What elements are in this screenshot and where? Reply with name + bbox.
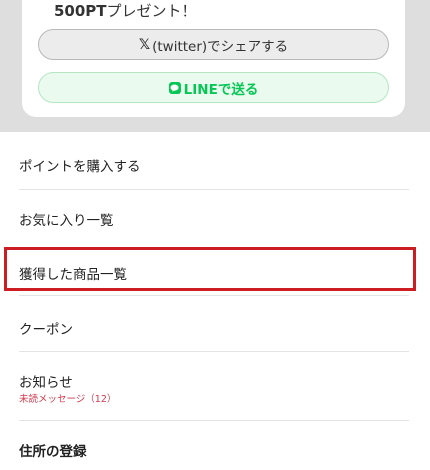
- share-card: 500PTプレゼント！ 𝕏 (twitter)でシェアする LINEで送る: [22, 0, 405, 117]
- menu-item-acquired-items[interactable]: 獲得した商品一覧: [19, 263, 409, 283]
- menu-item-label: 住所の登録: [19, 444, 87, 460]
- share-section-background: 500PTプレゼント！ 𝕏 (twitter)でシェアする LINEで送る: [0, 0, 430, 132]
- share-twitter-button[interactable]: 𝕏 (twitter)でシェアする: [38, 29, 389, 60]
- divider: [19, 189, 409, 190]
- send-line-button[interactable]: LINEで送る: [38, 72, 389, 103]
- promo-suffix: プレゼント！: [106, 2, 197, 20]
- menu-item-address-registration[interactable]: 住所の登録: [19, 440, 409, 460]
- divider: [19, 295, 409, 296]
- menu-item-label: クーポン: [19, 322, 73, 338]
- send-line-label: LINEで送る: [183, 81, 259, 98]
- x-logo-icon: 𝕏: [138, 36, 151, 53]
- divider: [19, 351, 409, 352]
- promo-text: 500PTプレゼント！: [54, 0, 197, 21]
- menu-item-favorites[interactable]: お気に入り一覧: [19, 209, 409, 229]
- menu-item-label: お知らせ: [19, 375, 73, 391]
- menu-item-buy-points[interactable]: ポイントを購入する: [19, 155, 409, 175]
- menu-item-label: ポイントを購入する: [19, 159, 141, 175]
- divider: [19, 420, 409, 421]
- menu-item-label: お気に入り一覧: [19, 213, 114, 229]
- promo-amount: 500PT: [54, 2, 107, 20]
- menu-item-notifications[interactable]: お知らせ: [19, 371, 409, 391]
- menu-item-coupons[interactable]: クーポン: [19, 318, 409, 338]
- menu-item-label: 獲得した商品一覧: [19, 267, 127, 283]
- unread-messages-badge: 未読メッセージ（12）: [19, 394, 117, 405]
- share-twitter-label: (twitter)でシェアする: [152, 38, 289, 55]
- line-logo-icon: [168, 81, 181, 94]
